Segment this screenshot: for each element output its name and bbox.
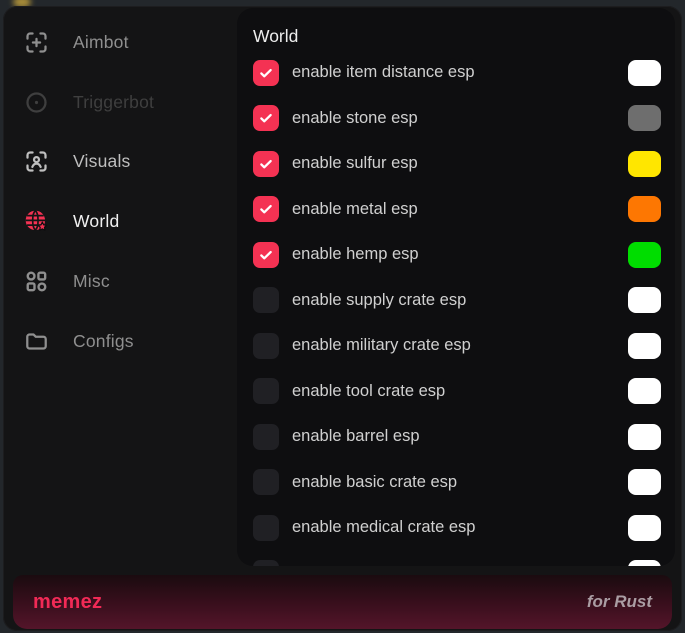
checkmark-icon — [261, 206, 270, 212]
esp-option-label: enable supply crate esp — [292, 291, 466, 310]
esp-option-row: enable barrel esp — [253, 414, 661, 460]
esp-color-swatch[interactable] — [628, 242, 661, 268]
esp-option-row: enable military crate esp — [253, 323, 661, 369]
esp-option-label: enable barrel esp — [292, 427, 420, 446]
triggerbot-target-icon — [23, 89, 50, 116]
esp-option-label: enable stone esp — [292, 109, 418, 128]
footer-bar: memez for Rust — [13, 575, 672, 629]
aimbot-crosshair-icon — [23, 29, 50, 56]
esp-option-label: enable basic crate esp — [292, 473, 457, 492]
esp-checkbox[interactable] — [253, 378, 279, 404]
visuals-player-scan-icon — [23, 148, 50, 175]
sidebar-item-label: World — [73, 211, 119, 232]
checkmark-icon — [261, 252, 270, 258]
esp-checkbox[interactable] — [253, 333, 279, 359]
sidebar-item-visuals[interactable]: Visuals — [3, 137, 237, 185]
esp-color-swatch[interactable] — [628, 333, 661, 359]
esp-checkbox[interactable] — [253, 560, 279, 566]
esp-option-row: enable item distance esp — [253, 50, 661, 96]
sidebar-item-label: Misc — [73, 271, 110, 292]
esp-color-swatch[interactable] — [628, 378, 661, 404]
checkmark-icon — [261, 161, 270, 167]
esp-checkbox[interactable] — [253, 196, 279, 222]
esp-option-label: enable item distance esp — [292, 63, 475, 82]
esp-options-list: enable item distance esp enable stone es… — [253, 50, 661, 566]
esp-checkbox[interactable] — [253, 515, 279, 541]
cheat-menu-window: Aimbot Triggerbot Visu — [3, 6, 682, 631]
esp-option-label: enable military crate esp — [292, 336, 471, 355]
esp-checkbox[interactable] — [253, 424, 279, 450]
esp-option-label: enable medical crate esp — [292, 518, 475, 537]
checkmark-icon — [261, 115, 270, 121]
esp-option-row: enable supply crate esp — [253, 278, 661, 324]
sidebar-item-world[interactable]: World — [3, 197, 237, 245]
esp-color-swatch[interactable] — [628, 105, 661, 131]
panel-title: World — [253, 26, 661, 48]
product-tagline: for Rust — [587, 592, 652, 612]
esp-color-swatch[interactable] — [628, 469, 661, 495]
esp-option-row: enable hemp esp — [253, 232, 661, 278]
esp-option-row: enable sulfur esp — [253, 141, 661, 187]
esp-checkbox[interactable] — [253, 469, 279, 495]
esp-option-row: enable tool crate esp — [253, 369, 661, 415]
sidebar-item-misc[interactable]: Misc — [3, 257, 237, 305]
sidebar-item-label: Triggerbot — [73, 92, 154, 113]
esp-color-swatch[interactable] — [628, 60, 661, 86]
esp-option-label: enable hemp esp — [292, 245, 419, 264]
esp-checkbox[interactable] — [253, 242, 279, 268]
esp-option-row: enable basic crate esp — [253, 460, 661, 506]
esp-color-swatch[interactable] — [628, 560, 661, 566]
esp-option-label: enable metal esp — [292, 200, 418, 219]
esp-option-row — [253, 551, 661, 567]
sidebar-item-label: Visuals — [73, 151, 131, 172]
esp-checkbox[interactable] — [253, 287, 279, 313]
esp-color-swatch[interactable] — [628, 196, 661, 222]
esp-checkbox[interactable] — [253, 60, 279, 86]
esp-color-swatch[interactable] — [628, 151, 661, 177]
esp-option-label: enable sulfur esp — [292, 154, 418, 173]
sidebar: Aimbot Triggerbot Visu — [3, 6, 237, 566]
sidebar-item-configs[interactable]: Configs — [3, 317, 237, 365]
esp-checkbox[interactable] — [253, 105, 279, 131]
esp-option-row: enable metal esp — [253, 187, 661, 233]
esp-color-swatch[interactable] — [628, 515, 661, 541]
configs-folder-icon — [23, 328, 50, 355]
screen-background: Aimbot Triggerbot Visu — [0, 0, 685, 633]
sidebar-item-triggerbot[interactable]: Triggerbot — [3, 78, 237, 126]
world-globe-icon — [23, 208, 50, 235]
sidebar-item-label: Configs — [73, 331, 134, 352]
esp-option-label: enable tool crate esp — [292, 382, 445, 401]
checkmark-icon — [261, 70, 270, 76]
world-panel: World enable item distance esp enable st… — [237, 8, 675, 566]
sidebar-item-aimbot[interactable]: Aimbot — [3, 18, 237, 66]
sidebar-item-label: Aimbot — [73, 32, 129, 53]
misc-grid-icon — [23, 268, 50, 295]
esp-color-swatch[interactable] — [628, 424, 661, 450]
esp-checkbox[interactable] — [253, 151, 279, 177]
brand-name: memez — [33, 591, 102, 614]
esp-color-swatch[interactable] — [628, 287, 661, 313]
esp-option-row: enable stone esp — [253, 96, 661, 142]
esp-option-row: enable medical crate esp — [253, 505, 661, 551]
